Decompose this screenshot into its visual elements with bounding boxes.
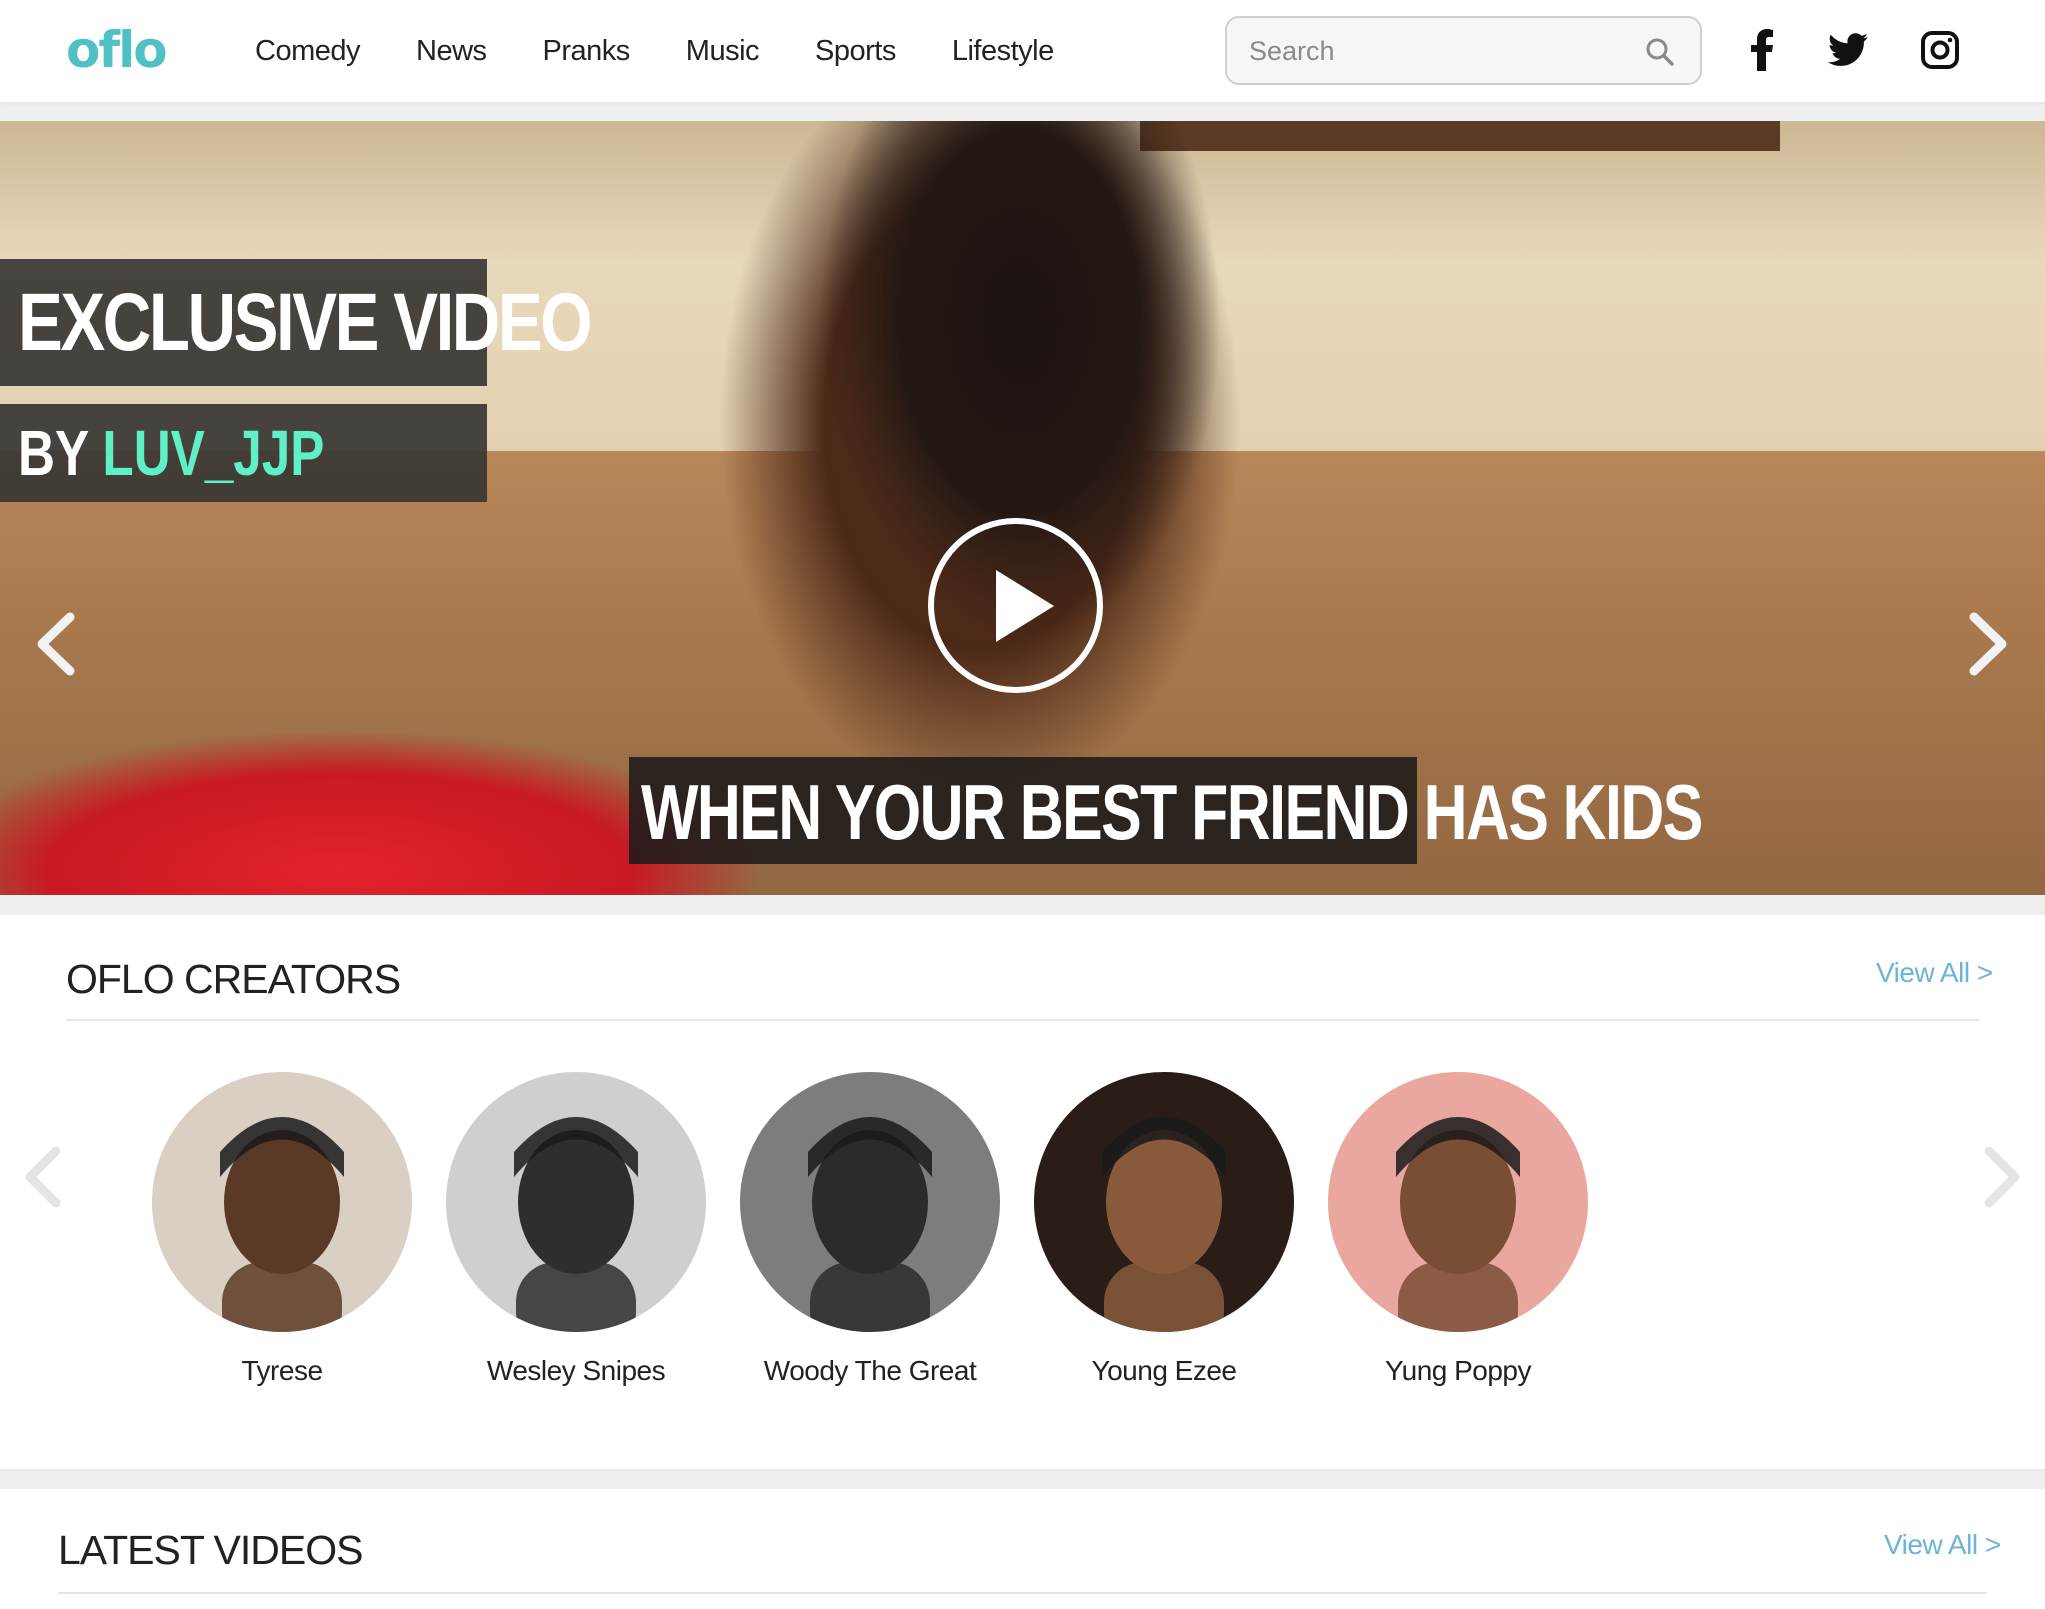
exclusive-title: EXCLUSIVE VIDEO (18, 277, 593, 368)
chevron-left-icon (37, 612, 75, 676)
creator-avatar[interactable] (740, 1072, 1000, 1332)
page: oflo Comedy News Pranks Music Sports Lif… (0, 0, 2045, 1609)
search-box (1225, 16, 1702, 85)
latest-videos-title: LATEST VIDEOS (58, 1527, 363, 1573)
nav-lifestyle[interactable]: Lifestyle (952, 35, 1054, 68)
hero-next-arrow[interactable] (1966, 611, 2012, 677)
latest-view-all-link[interactable]: View All > (1884, 1529, 2001, 1561)
facebook-icon[interactable] (1740, 28, 1784, 72)
creator-name[interactable]: Tyrese (132, 1355, 432, 1387)
creators-section: OFLO CREATORS View All > Tyrese Wesley Sn… (0, 915, 2045, 1469)
nav-pranks[interactable]: Pranks (543, 35, 631, 68)
main-nav: Comedy News Pranks Music Sports Lifestyl… (255, 0, 1110, 102)
exclusive-badge: EXCLUSIVE VIDEO (0, 259, 593, 386)
creator-portrait (808, 1117, 932, 1332)
creator-name[interactable]: Yung Poppy (1308, 1355, 1608, 1387)
creator-name[interactable]: Woody The Great (720, 1355, 1020, 1387)
creators-title: OFLO CREATORS (66, 956, 401, 1002)
chevron-left-icon (25, 1146, 61, 1208)
top-header: oflo Comedy News Pranks Music Sports Lif… (0, 0, 2045, 102)
video-caption: WHEN YOUR BEST FRIEND HAS KIDS (629, 757, 1703, 864)
oflo-logo[interactable]: oflo (66, 22, 191, 78)
author-badge: BY LUV_JJP (0, 404, 487, 502)
latest-divider (58, 1592, 1987, 1594)
creators-divider (66, 1019, 1979, 1021)
search-input[interactable] (1249, 30, 1629, 72)
logo-text: oflo (66, 21, 168, 79)
nav-news[interactable]: News (416, 35, 487, 68)
creators-prev-arrow[interactable] (20, 1145, 64, 1209)
creator-name[interactable]: Young Ezee (1014, 1355, 1314, 1387)
twitter-icon[interactable] (1826, 28, 1870, 72)
instagram-icon[interactable] (1918, 28, 1962, 72)
video-caption-text: WHEN YOUR BEST FRIEND HAS KIDS (641, 768, 1703, 856)
author-by-label: BY (18, 417, 89, 489)
latest-videos-section: LATEST VIDEOS View All > (0, 1489, 2045, 1609)
chevron-right-icon (1969, 612, 2007, 676)
creator-name[interactable]: Wesley Snipes (426, 1355, 726, 1387)
hero-video[interactable]: EXCLUSIVE VIDEO BY LUV_JJP WHEN YOUR BES… (0, 121, 2045, 895)
hero-prev-arrow[interactable] (32, 611, 78, 677)
nav-sports[interactable]: Sports (815, 35, 896, 68)
search-icon[interactable] (1644, 36, 1676, 68)
creators-next-arrow[interactable] (1981, 1145, 2025, 1209)
nav-comedy[interactable]: Comedy (255, 35, 361, 68)
creator-portrait (1396, 1117, 1520, 1332)
creator-portrait (514, 1117, 638, 1332)
chevron-right-icon (1984, 1146, 2020, 1208)
play-icon (996, 570, 1054, 642)
creator-portrait (1102, 1117, 1226, 1332)
creator-portrait (220, 1117, 344, 1332)
creator-avatar[interactable] (1034, 1072, 1294, 1332)
play-button[interactable] (928, 518, 1103, 693)
nav-music[interactable]: Music (686, 35, 760, 68)
creator-avatar[interactable] (446, 1072, 706, 1332)
creator-avatar[interactable] (1328, 1072, 1588, 1332)
author-name[interactable]: LUV_JJP (102, 417, 324, 489)
creators-view-all-link[interactable]: View All > (1876, 957, 1993, 989)
creator-avatar[interactable] (152, 1072, 412, 1332)
